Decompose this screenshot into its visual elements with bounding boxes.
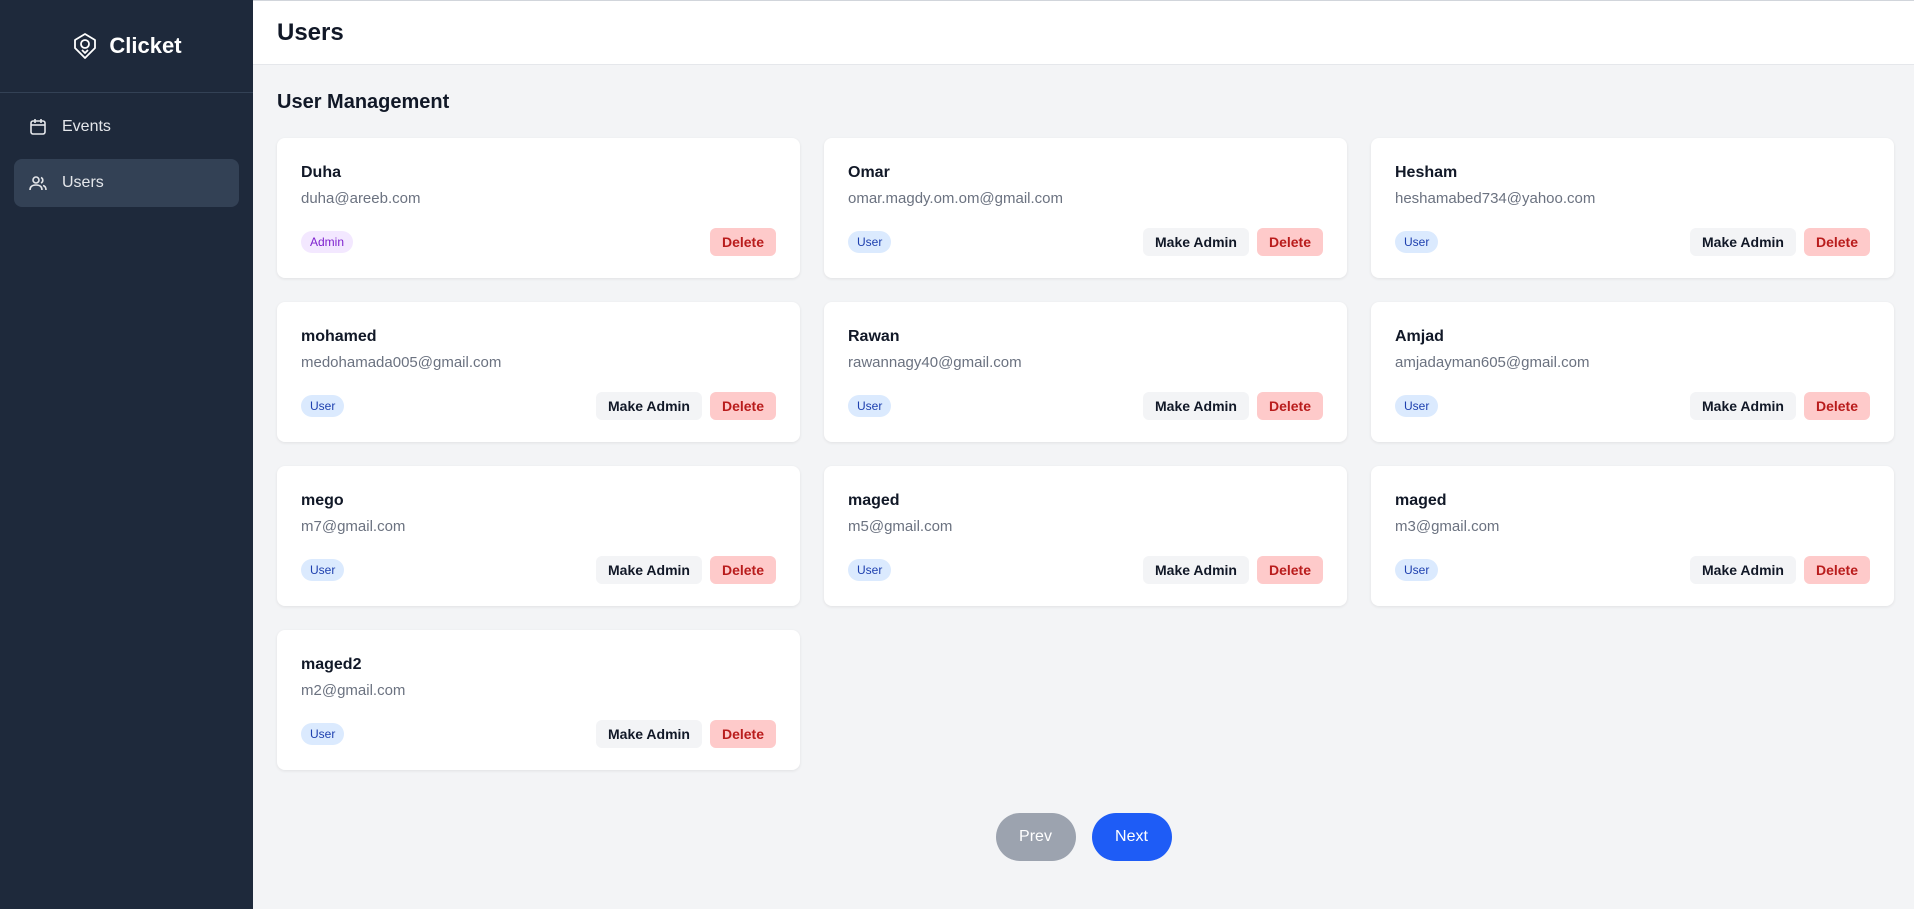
calendar-icon [28,117,48,137]
user-name: Rawan [848,328,900,345]
user-email: medohamada005@gmail.com [301,354,502,371]
user-name: mohamed [301,328,377,345]
user-name: maged [848,492,900,509]
user-email: amjadayman605@gmail.com [1395,354,1590,371]
delete-button[interactable]: Delete [1256,556,1323,584]
make-admin-button[interactable]: Make Admin [596,720,702,748]
sidebar-item-users[interactable]: Users [14,159,239,207]
card-actions: Make Admin Delete [1690,392,1870,420]
sidebar-item-label: Users [62,174,104,191]
card-footer: User Make Admin Delete [848,392,1323,420]
make-admin-button[interactable]: Make Admin [596,556,702,584]
user-name: mego [301,492,344,509]
page-title: Users [277,18,344,46]
make-admin-button[interactable]: Make Admin [1143,556,1249,584]
make-admin-button[interactable]: Make Admin [1143,228,1249,256]
user-name: maged2 [301,656,362,673]
card-actions: Make Admin Delete [1690,556,1870,584]
card-actions: Make Admin Delete [596,720,776,748]
user-card: maged2 m2@gmail.com User Make Admin Delete [277,630,800,770]
delete-button[interactable]: Delete [709,228,776,256]
role-badge: User [301,395,345,417]
card-actions: Make Admin Delete [1143,228,1323,256]
delete-button[interactable]: Delete [709,556,776,584]
role-badge: User [1395,559,1439,581]
sidebar-item-label: Events [62,118,111,135]
card-footer: User Make Admin Delete [1395,228,1870,256]
user-card: Omar omar.magdy.om.om@gmail.com User Make A… [824,138,1347,278]
delete-button[interactable]: Delete [1256,392,1323,420]
ticket-logo-icon [71,32,99,60]
sidebar: Clicket Events Users [0,0,253,909]
role-badge: User [1395,231,1439,253]
main-area: Users User Management Duha duha@areeb.com… [253,0,1914,909]
user-email: m2@gmail.com [301,682,406,699]
delete-button[interactable]: Delete [1803,228,1870,256]
make-admin-button[interactable]: Make Admin [1690,392,1796,420]
role-badge: User [848,559,892,581]
user-name: maged [1395,492,1447,509]
next-button[interactable]: Next [1091,813,1172,861]
sidebar-item-events[interactable]: Events [14,103,239,151]
card-actions: Make Admin Delete [1143,556,1323,584]
user-card: Hesham heshamabed734@yahoo.com User Make Ad… [1371,138,1894,278]
user-email: m5@gmail.com [848,518,953,535]
card-footer: Admin Delete [301,228,776,256]
card-actions: Make Admin Delete [596,556,776,584]
user-card: Rawan rawannagy40@gmail.com User Make Admin… [824,302,1347,442]
top-bar: Users [253,0,1914,65]
delete-button[interactable]: Delete [709,392,776,420]
brand-name: Clicket [109,33,182,58]
brand[interactable]: Clicket [0,0,253,93]
user-card: mego m7@gmail.com User Make Admin Delete [277,466,800,606]
user-email: m3@gmail.com [1395,518,1500,535]
user-name: Omar [848,164,890,181]
user-name: Hesham [1395,164,1458,181]
card-footer: User Make Admin Delete [1395,556,1870,584]
delete-button[interactable]: Delete [709,720,776,748]
make-admin-button[interactable]: Make Admin [1143,392,1249,420]
card-footer: User Make Admin Delete [301,720,776,748]
sidebar-nav: Events Users [0,93,253,225]
pagination: Prev Next [253,813,1914,861]
card-footer: User Make Admin Delete [1395,392,1870,420]
role-badge: User [848,231,892,253]
card-actions: Make Admin Delete [1690,228,1870,256]
delete-button[interactable]: Delete [1256,228,1323,256]
user-name: Amjad [1395,328,1444,345]
user-name: Duha [301,164,341,181]
card-footer: User Make Admin Delete [848,228,1323,256]
user-email: heshamabed734@yahoo.com [1395,190,1596,207]
card-footer: User Make Admin Delete [848,556,1323,584]
make-admin-button[interactable]: Make Admin [596,392,702,420]
user-email: m7@gmail.com [301,518,406,535]
delete-button[interactable]: Delete [1803,556,1870,584]
user-card: maged m3@gmail.com User Make Admin Delete [1371,466,1894,606]
role-badge: User [301,559,345,581]
make-admin-button[interactable]: Make Admin [1690,556,1796,584]
card-actions: Make Admin Delete [596,392,776,420]
role-badge: User [848,395,892,417]
user-email: omar.magdy.om.om@gmail.com [848,190,1064,207]
user-card: mohamed medohamada005@gmail.com User Make A… [277,302,800,442]
content: User Management Duha duha@areeb.com Admin D… [253,65,1914,796]
card-footer: User Make Admin Delete [301,556,776,584]
user-card: Amjad amjadayman605@gmail.com User Make Adm… [1371,302,1894,442]
role-badge: User [301,723,345,745]
make-admin-button[interactable]: Make Admin [1690,228,1796,256]
user-email: rawannagy40@gmail.com [848,354,1022,371]
role-badge: Admin [301,231,354,253]
section-title: User Management [277,91,450,113]
user-email: duha@areeb.com [301,190,421,207]
role-badge: User [1395,395,1439,417]
card-actions: Make Admin Delete [1143,392,1323,420]
card-actions: Delete [709,228,776,256]
user-card: Duha duha@areeb.com Admin Delete [277,138,800,278]
user-card: maged m5@gmail.com User Make Admin Delete [824,466,1347,606]
delete-button[interactable]: Delete [1803,392,1870,420]
card-footer: User Make Admin Delete [301,392,776,420]
user-grid: Duha duha@areeb.com Admin Delete Omar omar.ma… [277,138,1894,770]
prev-button[interactable]: Prev [995,813,1076,861]
users-icon [28,173,48,193]
